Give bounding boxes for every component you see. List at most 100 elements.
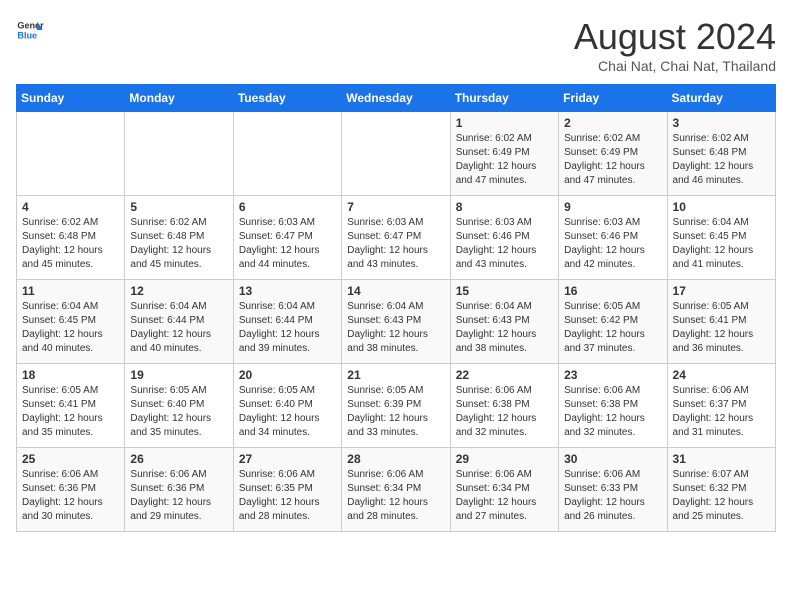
header: General Blue August 2024 Chai Nat, Chai … [16, 16, 776, 74]
day-number: 4 [22, 200, 119, 214]
day-info: Sunrise: 6:06 AMSunset: 6:36 PMDaylight:… [22, 468, 119, 524]
day-number: 23 [564, 368, 661, 382]
day-info: Sunrise: 6:05 AMSunset: 6:41 PMDaylight:… [22, 384, 119, 440]
weekday-header-cell: Friday [559, 85, 667, 112]
day-number: 5 [130, 200, 227, 214]
day-info: Sunrise: 6:03 AMSunset: 6:46 PMDaylight:… [564, 216, 661, 272]
title-area: August 2024 Chai Nat, Chai Nat, Thailand [574, 16, 776, 74]
day-info: Sunrise: 6:04 AMSunset: 6:45 PMDaylight:… [673, 216, 770, 272]
day-number: 3 [673, 116, 770, 130]
logo: General Blue [16, 16, 44, 44]
page-subtitle: Chai Nat, Chai Nat, Thailand [574, 58, 776, 74]
calendar-cell: 7 Sunrise: 6:03 AMSunset: 6:47 PMDaylight… [342, 196, 450, 280]
day-info: Sunrise: 6:03 AMSunset: 6:47 PMDaylight:… [347, 216, 444, 272]
calendar-cell: 27 Sunrise: 6:06 AMSunset: 6:35 PMDayligh… [233, 448, 341, 532]
day-info: Sunrise: 6:06 AMSunset: 6:38 PMDaylight:… [564, 384, 661, 440]
day-info: Sunrise: 6:04 AMSunset: 6:43 PMDaylight:… [456, 300, 553, 356]
calendar-week-row: 1 Sunrise: 6:02 AMSunset: 6:49 PMDaylight… [17, 112, 776, 196]
calendar-cell: 22 Sunrise: 6:06 AMSunset: 6:38 PMDayligh… [450, 364, 558, 448]
day-number: 21 [347, 368, 444, 382]
calendar-cell: 2 Sunrise: 6:02 AMSunset: 6:49 PMDaylight… [559, 112, 667, 196]
day-info: Sunrise: 6:06 AMSunset: 6:35 PMDaylight:… [239, 468, 336, 524]
calendar-cell [125, 112, 233, 196]
calendar-week-row: 11Sunrise: 6:04 AMSunset: 6:45 PMDayligh… [17, 280, 776, 364]
day-info: Sunrise: 6:02 AMSunset: 6:48 PMDaylight:… [130, 216, 227, 272]
weekday-header-cell: Thursday [450, 85, 558, 112]
day-number: 10 [673, 200, 770, 214]
day-info: Sunrise: 6:02 AMSunset: 6:49 PMDaylight:… [456, 132, 553, 188]
calendar-cell: 28Sunrise: 6:06 AMSunset: 6:34 PMDayligh… [342, 448, 450, 532]
calendar-table: SundayMondayTuesdayWednesdayThursdayFrid… [16, 84, 776, 532]
calendar-cell: 26Sunrise: 6:06 AMSunset: 6:36 PMDayligh… [125, 448, 233, 532]
day-number: 20 [239, 368, 336, 382]
day-info: Sunrise: 6:06 AMSunset: 6:38 PMDaylight:… [456, 384, 553, 440]
day-number: 30 [564, 452, 661, 466]
weekday-header-cell: Saturday [667, 85, 775, 112]
day-number: 1 [456, 116, 553, 130]
calendar-cell: 4Sunrise: 6:02 AMSunset: 6:48 PMDaylight… [17, 196, 125, 280]
day-number: 24 [673, 368, 770, 382]
logo-icon: General Blue [16, 16, 44, 44]
day-info: Sunrise: 6:07 AMSunset: 6:32 PMDaylight:… [673, 468, 770, 524]
calendar-cell: 30 Sunrise: 6:06 AMSunset: 6:33 PMDayligh… [559, 448, 667, 532]
calendar-cell: 14 Sunrise: 6:04 AMSunset: 6:43 PMDayligh… [342, 280, 450, 364]
day-number: 26 [130, 452, 227, 466]
calendar-cell: 13 Sunrise: 6:04 AMSunset: 6:44 PMDayligh… [233, 280, 341, 364]
day-info: Sunrise: 6:02 AMSunset: 6:48 PMDaylight:… [673, 132, 770, 188]
day-info: Sunrise: 6:04 AMSunset: 6:43 PMDaylight:… [347, 300, 444, 356]
calendar-cell: 15 Sunrise: 6:04 AMSunset: 6:43 PMDayligh… [450, 280, 558, 364]
day-number: 13 [239, 284, 336, 298]
day-info: Sunrise: 6:05 AMSunset: 6:42 PMDaylight:… [564, 300, 661, 356]
calendar-cell: 31 Sunrise: 6:07 AMSunset: 6:32 PMDayligh… [667, 448, 775, 532]
day-info: Sunrise: 6:04 AMSunset: 6:45 PMDaylight:… [22, 300, 119, 356]
calendar-cell: 17Sunrise: 6:05 AMSunset: 6:41 PMDayligh… [667, 280, 775, 364]
day-number: 27 [239, 452, 336, 466]
weekday-header-cell: Wednesday [342, 85, 450, 112]
day-info: Sunrise: 6:04 AMSunset: 6:44 PMDaylight:… [239, 300, 336, 356]
weekday-header-row: SundayMondayTuesdayWednesdayThursdayFrid… [17, 85, 776, 112]
day-number: 25 [22, 452, 119, 466]
calendar-cell: 10 Sunrise: 6:04 AMSunset: 6:45 PMDayligh… [667, 196, 775, 280]
calendar-cell: 29Sunrise: 6:06 AMSunset: 6:34 PMDayligh… [450, 448, 558, 532]
day-number: 16 [564, 284, 661, 298]
day-info: Sunrise: 6:05 AMSunset: 6:40 PMDaylight:… [130, 384, 227, 440]
day-number: 14 [347, 284, 444, 298]
calendar-cell: 18 Sunrise: 6:05 AMSunset: 6:41 PMDayligh… [17, 364, 125, 448]
day-number: 19 [130, 368, 227, 382]
calendar-cell: 11Sunrise: 6:04 AMSunset: 6:45 PMDayligh… [17, 280, 125, 364]
day-number: 2 [564, 116, 661, 130]
calendar-cell [342, 112, 450, 196]
day-number: 7 [347, 200, 444, 214]
calendar-cell: 5 Sunrise: 6:02 AMSunset: 6:48 PMDaylight… [125, 196, 233, 280]
calendar-cell: 12Sunrise: 6:04 AMSunset: 6:44 PMDayligh… [125, 280, 233, 364]
calendar-body: 1 Sunrise: 6:02 AMSunset: 6:49 PMDaylight… [17, 112, 776, 532]
svg-text:Blue: Blue [17, 30, 37, 40]
calendar-cell: 6Sunrise: 6:03 AMSunset: 6:47 PMDaylight… [233, 196, 341, 280]
calendar-cell: 3 Sunrise: 6:02 AMSunset: 6:48 PMDaylight… [667, 112, 775, 196]
day-number: 8 [456, 200, 553, 214]
day-number: 17 [673, 284, 770, 298]
day-info: Sunrise: 6:05 AMSunset: 6:40 PMDaylight:… [239, 384, 336, 440]
day-number: 18 [22, 368, 119, 382]
calendar-week-row: 4 Sunrise: 6:02 AMSunset: 6:48 PMDaylight… [17, 196, 776, 280]
calendar-cell: 21Sunrise: 6:05 AMSunset: 6:39 PMDayligh… [342, 364, 450, 448]
page-title: August 2024 [574, 16, 776, 58]
calendar-cell: 8 Sunrise: 6:03 AMSunset: 6:46 PMDaylight… [450, 196, 558, 280]
day-number: 9 [564, 200, 661, 214]
day-number: 12 [130, 284, 227, 298]
calendar-cell: 23 Sunrise: 6:06 AMSunset: 6:38 PMDayligh… [559, 364, 667, 448]
day-info: Sunrise: 6:03 AMSunset: 6:46 PMDaylight:… [456, 216, 553, 272]
calendar-cell [233, 112, 341, 196]
day-info: Sunrise: 6:06 AMSunset: 6:33 PMDaylight:… [564, 468, 661, 524]
day-number: 31 [673, 452, 770, 466]
calendar-cell: 25 Sunrise: 6:06 AMSunset: 6:36 PMDayligh… [17, 448, 125, 532]
day-number: 15 [456, 284, 553, 298]
calendar-cell: 9 Sunrise: 6:03 AMSunset: 6:46 PMDaylight… [559, 196, 667, 280]
calendar-cell: 24Sunrise: 6:06 AMSunset: 6:37 PMDayligh… [667, 364, 775, 448]
weekday-header-cell: Tuesday [233, 85, 341, 112]
weekday-header-cell: Monday [125, 85, 233, 112]
calendar-cell: 20 Sunrise: 6:05 AMSunset: 6:40 PMDayligh… [233, 364, 341, 448]
day-number: 22 [456, 368, 553, 382]
day-info: Sunrise: 6:02 AMSunset: 6:49 PMDaylight:… [564, 132, 661, 188]
day-info: Sunrise: 6:06 AMSunset: 6:34 PMDaylight:… [456, 468, 553, 524]
